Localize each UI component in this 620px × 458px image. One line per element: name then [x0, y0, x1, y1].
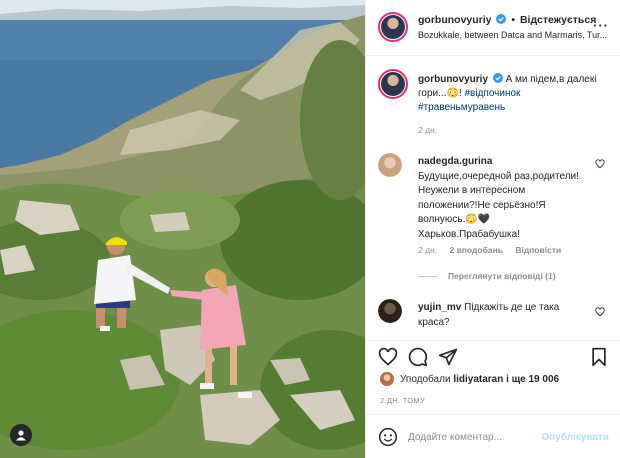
bookmark-icon[interactable]: [589, 347, 609, 367]
liker-avatar: [380, 372, 394, 386]
heart-icon[interactable]: [378, 347, 398, 367]
hashtag-link[interactable]: #відпочинок: [464, 88, 520, 99]
comment-body: nadegda.gurina Будущие,очередной раз,род…: [418, 155, 586, 242]
caption: gorbunovyuriy А ми підем,в далекі гори..…: [418, 73, 608, 115]
post-photo[interactable]: [0, 0, 365, 458]
commenter-username[interactable]: yujin_mv: [418, 302, 461, 313]
comment-icon[interactable]: [408, 347, 428, 367]
likes-prefix: Уподобали: [400, 373, 451, 385]
emoji-icon[interactable]: [378, 427, 398, 447]
following-button[interactable]: Відстежується: [520, 14, 596, 26]
comment-input[interactable]: [408, 427, 558, 447]
replies-divider: [418, 276, 438, 278]
view-replies-label: Переглянути відповіді (1): [448, 271, 556, 281]
comment-likes-link[interactable]: 2 вподобань: [449, 245, 502, 255]
share-icon[interactable]: [438, 347, 458, 367]
commenter-username[interactable]: nadegda.gurina: [418, 156, 492, 167]
commenter-avatar[interactable]: [378, 153, 402, 177]
verified-icon: [492, 73, 503, 83]
comment-meta: 2 дн. 2 вподобань Відповісти: [418, 245, 571, 255]
author-username[interactable]: gorbunovyuriy: [418, 14, 492, 26]
reply-button[interactable]: Відповісти: [515, 245, 561, 255]
caption-username[interactable]: gorbunovyuriy: [418, 74, 488, 85]
comment-body: yujin_mv Підкажіть де це така краса?: [418, 301, 586, 330]
separator-dot: •: [511, 14, 516, 26]
user-tag-icon: [16, 430, 26, 441]
liker-username[interactable]: lidiyataran: [453, 374, 503, 385]
comment-composer: Опублікувати: [366, 414, 620, 458]
post-side-panel: gorbunovyuriy • Відстежується Bozukkale,…: [365, 0, 620, 458]
comments-list[interactable]: gorbunovyuriy А ми підем,в далекі гори..…: [366, 57, 620, 340]
landscape-image: [0, 0, 365, 458]
post-actions-bar: [366, 340, 620, 370]
caption-time: 2 дн.: [418, 125, 438, 135]
comment-time: 2 дн.: [418, 245, 438, 255]
user-tag-button[interactable]: [10, 424, 32, 446]
comment-text: Будущие,очередной раз,родители!Неужели в…: [418, 170, 579, 240]
heart-icon[interactable]: [595, 159, 605, 169]
heart-icon[interactable]: [595, 307, 605, 317]
author-line: gorbunovyuriy • Відстежується: [418, 14, 596, 26]
verified-icon: [496, 14, 507, 24]
publish-button[interactable]: Опублікувати: [541, 432, 609, 443]
post-location[interactable]: Bozukkale, between Datca and Marmaris, T…: [418, 30, 608, 40]
caption-avatar[interactable]: [378, 69, 408, 99]
likes-summary: Уподобали lidiyataran і ще 19 006: [380, 372, 559, 386]
view-replies-button[interactable]: Переглянути відповіді (1): [418, 271, 556, 281]
hashtag-link[interactable]: #травеньмуравень: [418, 102, 505, 113]
post-timestamp[interactable]: 2 ДН. ТОМУ: [380, 396, 425, 405]
author-avatar[interactable]: [378, 12, 408, 42]
likes-count-link[interactable]: і ще 19 006: [506, 374, 559, 385]
commenter-avatar[interactable]: [378, 299, 402, 323]
instagram-post-modal: gorbunovyuriy • Відстежується Bozukkale,…: [0, 0, 620, 458]
more-options-icon[interactable]: ···: [593, 18, 609, 33]
post-header: gorbunovyuriy • Відстежується Bozukkale,…: [366, 0, 620, 56]
